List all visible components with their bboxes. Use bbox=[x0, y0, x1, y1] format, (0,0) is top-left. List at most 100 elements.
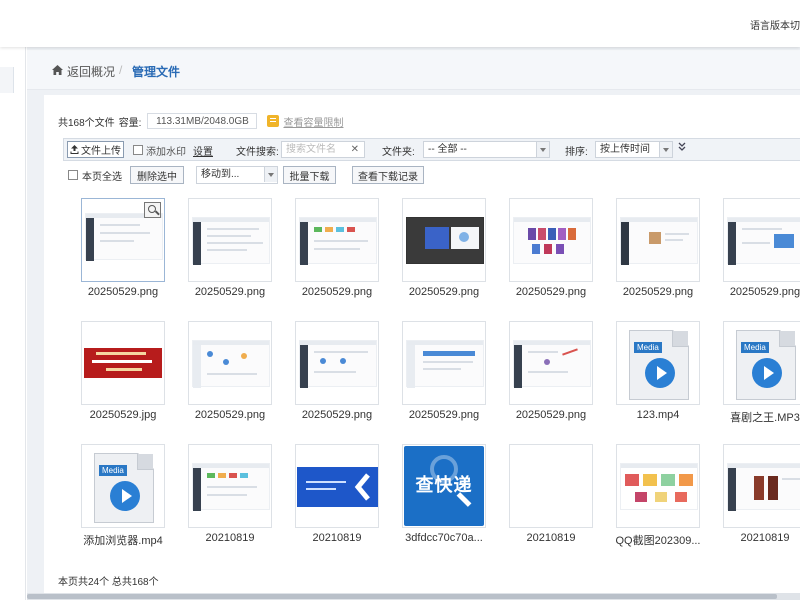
file-item[interactable]: 20210819 bbox=[187, 444, 273, 554]
breadcrumb-separator: / bbox=[119, 63, 123, 77]
play-icon bbox=[645, 358, 675, 388]
file-item[interactable]: 查快递 3dfdcc70c70a... bbox=[401, 444, 487, 554]
double-chevron-down-icon[interactable] bbox=[678, 142, 686, 152]
folder-select[interactable]: -- 全部 -- bbox=[423, 141, 550, 158]
file-item[interactable]: 20250529.png bbox=[187, 321, 273, 431]
watermark-checkbox[interactable] bbox=[133, 145, 143, 155]
file-item[interactable]: 20250529.png bbox=[80, 198, 166, 308]
file-item[interactable]: 20250529.jpg bbox=[80, 321, 166, 431]
file-name: 20250529.png bbox=[408, 286, 480, 298]
file-thumbnail[interactable] bbox=[723, 444, 800, 528]
file-item[interactable]: 20250529.png bbox=[615, 198, 701, 308]
file-thumbnail[interactable]: Media bbox=[81, 444, 165, 528]
file-count: 共168个文件 bbox=[58, 117, 115, 129]
breadcrumb-current: 管理文件 bbox=[132, 65, 181, 79]
file-item[interactable]: 20250529.png bbox=[508, 321, 594, 431]
download-log-button[interactable]: 查看下载记录 bbox=[352, 166, 424, 184]
batch-download-button[interactable]: 批量下载 bbox=[283, 166, 336, 184]
file-name: 20250529.png bbox=[515, 409, 587, 421]
chevron-down-icon bbox=[536, 142, 549, 157]
file-item[interactable]: 20250529.png bbox=[722, 198, 800, 308]
file-item[interactable]: 20250529.png bbox=[294, 321, 380, 431]
sort-select-value: 按上传时间 bbox=[600, 144, 650, 155]
page-summary: 本页共24个 总共168个 bbox=[58, 577, 159, 588]
file-thumbnail[interactable] bbox=[81, 198, 165, 282]
play-icon bbox=[752, 358, 782, 388]
file-thumbnail[interactable]: 查快递 bbox=[402, 444, 486, 528]
view-capacity-limit-link[interactable]: 查看容量限制 bbox=[283, 114, 343, 129]
chevron-left-icon bbox=[354, 473, 370, 501]
language-switch[interactable]: 语言版本切 bbox=[750, 17, 800, 32]
file-thumbnail[interactable] bbox=[509, 444, 593, 528]
select-page-checkbox[interactable] bbox=[68, 170, 78, 180]
file-item[interactable]: 20210819 bbox=[294, 444, 380, 554]
capacity-value: 113.31MB/2048.0GB bbox=[147, 113, 258, 129]
delete-selected-button[interactable]: 删除选中 bbox=[130, 166, 184, 184]
document-icon bbox=[267, 115, 280, 127]
file-name: 20250529.png bbox=[515, 286, 587, 298]
file-thumbnail[interactable] bbox=[188, 198, 272, 282]
folder-label: 文件夹: bbox=[382, 147, 415, 158]
file-thumbnail[interactable]: Media bbox=[723, 321, 800, 405]
watermark-settings-link[interactable]: 设置 bbox=[193, 143, 213, 158]
file-thumbnail[interactable] bbox=[81, 321, 165, 405]
top-bar: 语言版本切 bbox=[0, 0, 800, 47]
file-grid: 20250529.png 20250529.png 20250529.png 2… bbox=[80, 198, 800, 558]
file-thumbnail[interactable] bbox=[509, 198, 593, 282]
zoom-icon[interactable] bbox=[144, 202, 161, 218]
file-thumbnail[interactable] bbox=[616, 444, 700, 528]
file-thumbnail[interactable] bbox=[295, 321, 379, 405]
breadcrumb-back-link[interactable]: 返回概况 bbox=[67, 63, 115, 80]
sort-select[interactable]: 按上传时间 bbox=[595, 141, 673, 158]
file-item[interactable]: Media 添加浏览器.mp4 bbox=[80, 444, 166, 554]
express-logo: 查快递 bbox=[404, 446, 484, 526]
sidebar-active-item[interactable] bbox=[0, 67, 14, 93]
left-sidebar bbox=[0, 47, 26, 600]
file-item[interactable]: 20250529.png bbox=[401, 321, 487, 431]
file-thumbnail[interactable] bbox=[616, 198, 700, 282]
file-thumbnail[interactable] bbox=[295, 198, 379, 282]
file-name: 20250529.png bbox=[194, 409, 266, 421]
file-name: 20250529.png bbox=[194, 286, 266, 298]
file-thumbnail[interactable] bbox=[509, 321, 593, 405]
file-name: 喜剧之王.MP3 bbox=[730, 412, 800, 424]
file-thumbnail[interactable] bbox=[188, 321, 272, 405]
file-thumbnail[interactable] bbox=[188, 444, 272, 528]
file-thumbnail[interactable] bbox=[723, 198, 800, 282]
file-item[interactable]: QQ截图202309... bbox=[615, 444, 701, 554]
file-name: 123.mp4 bbox=[636, 409, 680, 421]
file-search-placeholder: 搜索文件名 bbox=[286, 144, 336, 155]
media-tag: Media bbox=[741, 342, 769, 353]
play-icon bbox=[110, 481, 140, 511]
file-search-input[interactable]: 搜索文件名 ✕ bbox=[281, 141, 365, 158]
clear-icon[interactable]: ✕ bbox=[351, 142, 359, 157]
storage-info: 共168个文件 容量: 113.31MB/2048.0GB 查看容量限制 bbox=[58, 113, 343, 129]
move-to-select[interactable]: 移动到... bbox=[196, 166, 278, 184]
file-manager-panel: 共168个文件 容量: 113.31MB/2048.0GB 查看容量限制 文件上… bbox=[44, 95, 800, 600]
file-name: 20250529.png bbox=[87, 286, 159, 298]
file-item[interactable]: 20250529.png bbox=[294, 198, 380, 308]
file-thumbnail[interactable] bbox=[295, 444, 379, 528]
media-file-icon: Media bbox=[629, 330, 689, 400]
file-thumbnail[interactable]: Media bbox=[616, 321, 700, 405]
file-item[interactable]: 20250529.png bbox=[508, 198, 594, 308]
upload-button[interactable]: 文件上传 bbox=[67, 141, 124, 158]
file-name: 20210819 bbox=[312, 532, 362, 544]
file-thumbnail[interactable] bbox=[402, 321, 486, 405]
file-name: 3dfdcc70c70a... bbox=[405, 532, 483, 544]
file-item[interactable]: 20250529.png bbox=[187, 198, 273, 308]
file-item[interactable]: Media 喜剧之王.MP3 bbox=[722, 321, 800, 431]
horizontal-scrollbar[interactable] bbox=[27, 593, 800, 600]
file-toolbar: 文件上传 添加水印 设置 文件搜索: 搜索文件名 ✕ 文件夹: -- 全部 --… bbox=[63, 138, 800, 161]
folder-select-value: -- 全部 -- bbox=[428, 144, 467, 155]
file-name: 20250529.jpg bbox=[89, 409, 157, 421]
file-item[interactable]: 20210819 bbox=[722, 444, 800, 554]
upload-button-label: 文件上传 bbox=[81, 146, 121, 157]
file-thumbnail[interactable] bbox=[402, 198, 486, 282]
file-name: 20210819 bbox=[205, 532, 255, 544]
select-page-label: 本页全选 bbox=[82, 172, 122, 183]
scrollbar-thumb[interactable] bbox=[27, 594, 777, 599]
file-item[interactable]: 20250529.png bbox=[401, 198, 487, 308]
file-item[interactable]: 20210819 bbox=[508, 444, 594, 554]
file-item[interactable]: Media 123.mp4 bbox=[615, 321, 701, 431]
